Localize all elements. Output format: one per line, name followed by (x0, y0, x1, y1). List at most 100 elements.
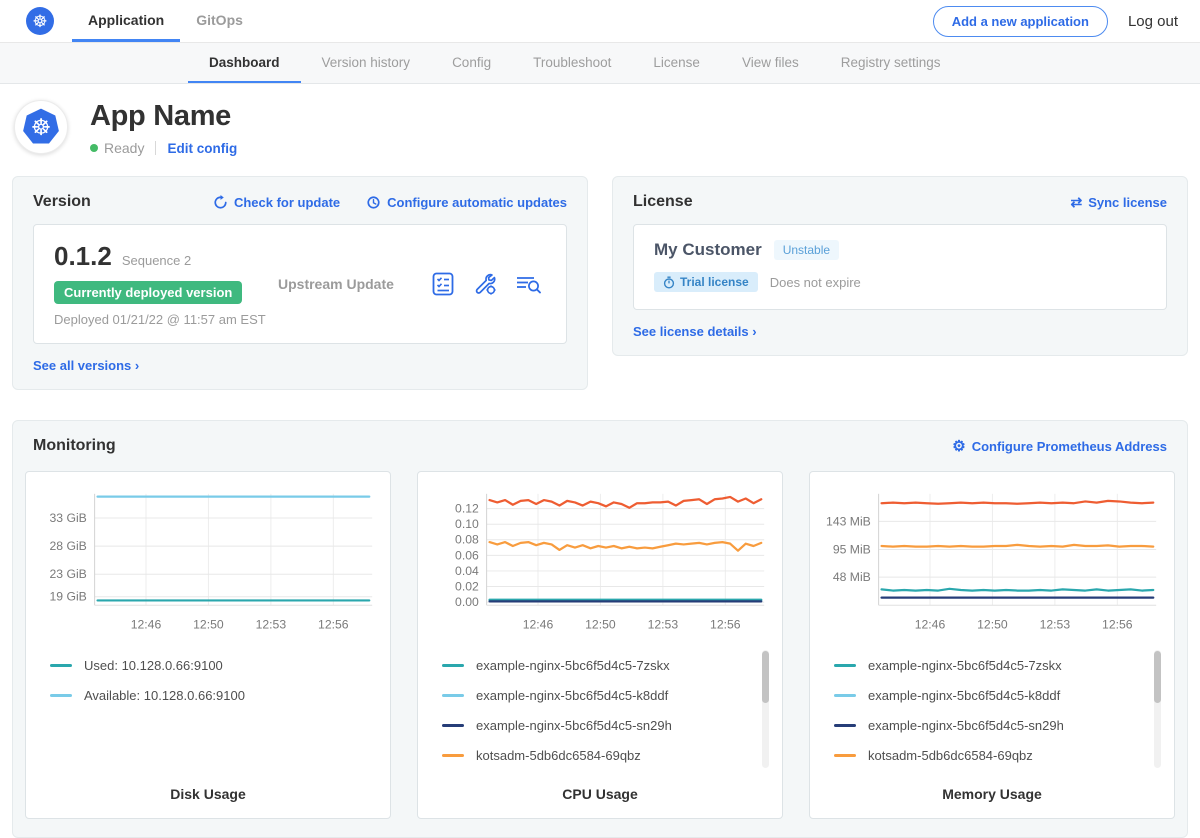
legend-label: kotsadm-5db6dc6584-69qbz (476, 748, 641, 763)
legend-label: example-nginx-5bc6f5d4c5-7zskx (476, 658, 670, 673)
legend-scrollbar[interactable] (762, 650, 769, 768)
legend-item: example-nginx-5bc6f5d4c5-7zskx (834, 650, 1146, 680)
top-nav-tabs: Application GitOps (72, 0, 259, 42)
x-tick-label: 12:53 (256, 618, 287, 632)
customer-name: My Customer (654, 240, 762, 260)
legend-label: example-nginx-5bc6f5d4c5-k8ddf (476, 688, 668, 703)
scrollbar-thumb[interactable] (1154, 651, 1161, 703)
y-tick-label: 23 GiB (50, 567, 87, 581)
add-application-button[interactable]: Add a new application (933, 6, 1108, 37)
logout-button[interactable]: Log out (1128, 13, 1178, 30)
update-type-label: Upstream Update (272, 276, 430, 292)
kubernetes-wheel-glyph: ☸ (32, 13, 47, 30)
config-wrench-icon[interactable] (472, 271, 498, 297)
channel-badge: Unstable (774, 240, 839, 260)
gear-icon: ⚙ (952, 439, 965, 454)
legend-label: Used: 10.128.0.66:9100 (84, 658, 223, 673)
y-tick-label: 0.00 (455, 595, 479, 609)
deploy-logs-icon[interactable] (514, 271, 542, 297)
legend-label: Available: 10.128.0.66:9100 (84, 688, 245, 703)
kubernetes-logo-icon: ☸ (19, 105, 63, 149)
sync-license-link[interactable]: ⇄ Sync license (1070, 195, 1167, 210)
memory-usage-chart: 12:4612:5012:5312:5648 MiB95 MiB143 MiB (820, 486, 1164, 640)
tab-version-history[interactable]: Version history (301, 43, 432, 83)
preflight-checks-icon[interactable] (430, 271, 456, 297)
cpu-usage-chart-card: 12:4612:5012:5312:560.000.020.040.060.08… (417, 471, 783, 819)
legend-color-dash (834, 724, 856, 727)
current-version-box: 0.1.2 Sequence 2 Currently deployed vers… (33, 224, 567, 344)
version-number: 0.1.2 (54, 241, 112, 272)
y-tick-label: 33 GiB (50, 511, 87, 525)
y-tick-label: 0.08 (455, 533, 479, 547)
y-tick-label: 0.04 (455, 564, 479, 578)
top-nav-right: Add a new application Log out (933, 0, 1200, 42)
legend-item: example-nginx-5bc6f5d4c5-sn29h (442, 710, 754, 740)
see-all-versions-link[interactable]: See all versions › (33, 358, 567, 373)
trial-license-badge: Trial license (654, 272, 758, 292)
page-title: App Name (90, 100, 237, 133)
check-for-update-link[interactable]: Check for update (213, 195, 340, 210)
y-tick-label: 0.06 (455, 548, 479, 562)
series-line (882, 501, 1154, 504)
legend-item: example-nginx-5bc6f5d4c5-k8ddf (834, 680, 1146, 710)
scrollbar-thumb[interactable] (762, 651, 769, 703)
monitoring-title: Monitoring (33, 437, 116, 455)
app-avatar: ☸ (14, 100, 68, 154)
check-for-update-label: Check for update (234, 195, 340, 210)
app-sub-nav: Dashboard Version history Config Trouble… (0, 43, 1200, 84)
edit-config-link[interactable]: Edit config (167, 141, 237, 156)
x-tick-label: 12:50 (977, 618, 1008, 632)
series-line (490, 542, 762, 551)
chart-title: Memory Usage (820, 786, 1164, 802)
expiry-label: Does not expire (770, 275, 861, 290)
tab-troubleshoot[interactable]: Troubleshoot (512, 43, 632, 83)
tab-license[interactable]: License (632, 43, 721, 83)
refresh-icon (213, 195, 228, 210)
version-card: Version Check for update (12, 176, 588, 390)
stopwatch-icon (663, 276, 675, 289)
legend-item: example-nginx-5bc6f5d4c5-7zskx (442, 650, 754, 680)
y-tick-label: 48 MiB (833, 570, 871, 584)
tab-application[interactable]: Application (72, 0, 180, 42)
sync-license-label: Sync license (1088, 195, 1167, 210)
memory-usage-legend: example-nginx-5bc6f5d4c5-7zskxexample-ng… (820, 648, 1164, 772)
y-tick-label: 0.02 (455, 579, 479, 593)
svg-text:☸: ☸ (31, 115, 52, 141)
x-tick-label: 12:46 (915, 618, 946, 632)
legend-scrollbar[interactable] (1154, 650, 1161, 768)
chevron-right-icon: › (135, 358, 139, 373)
app-header: ☸ App Name Ready Edit config (0, 84, 1200, 176)
status-badge: Ready (104, 140, 144, 156)
series-line (882, 589, 1154, 591)
tab-gitops[interactable]: GitOps (180, 0, 259, 42)
legend-color-dash (442, 724, 464, 727)
sync-icon: ⇄ (1070, 195, 1082, 209)
legend-label: example-nginx-5bc6f5d4c5-sn29h (868, 718, 1064, 733)
kubernetes-logo-icon: ☸ (26, 7, 54, 35)
legend-item: Available: 10.128.0.66:9100 (50, 680, 362, 710)
series-line (882, 545, 1154, 547)
memory-usage-chart-card: 12:4612:5012:5312:5648 MiB95 MiB143 MiB … (809, 471, 1175, 819)
tab-registry-settings[interactable]: Registry settings (820, 43, 962, 83)
chart-title: Disk Usage (36, 786, 380, 802)
tab-dashboard[interactable]: Dashboard (188, 43, 301, 83)
currently-deployed-badge: Currently deployed version (54, 281, 242, 304)
tab-config[interactable]: Config (431, 43, 512, 83)
legend-color-dash (442, 664, 464, 667)
x-tick-label: 12:56 (710, 618, 741, 632)
cpu-usage-chart: 12:4612:5012:5312:560.000.020.040.060.08… (428, 486, 772, 640)
x-tick-label: 12:56 (1102, 618, 1133, 632)
x-tick-label: 12:53 (1040, 618, 1071, 632)
x-tick-label: 12:53 (648, 618, 679, 632)
top-nav: ☸ Application GitOps Add a new applicati… (0, 0, 1200, 43)
disk-usage-chart-card: 12:4612:5012:5312:5619 GiB23 GiB28 GiB33… (25, 471, 391, 819)
x-tick-label: 12:46 (131, 618, 162, 632)
tab-view-files[interactable]: View files (721, 43, 820, 83)
see-license-details-link[interactable]: See license details › (633, 324, 1167, 339)
x-tick-label: 12:50 (193, 618, 224, 632)
legend-color-dash (834, 754, 856, 757)
configure-automatic-updates-link[interactable]: Configure automatic updates (366, 195, 567, 210)
x-tick-label: 12:46 (523, 618, 554, 632)
configure-prometheus-link[interactable]: ⚙ Configure Prometheus Address (952, 439, 1167, 454)
cpu-usage-legend: example-nginx-5bc6f5d4c5-7zskx example-ng… (428, 648, 772, 772)
